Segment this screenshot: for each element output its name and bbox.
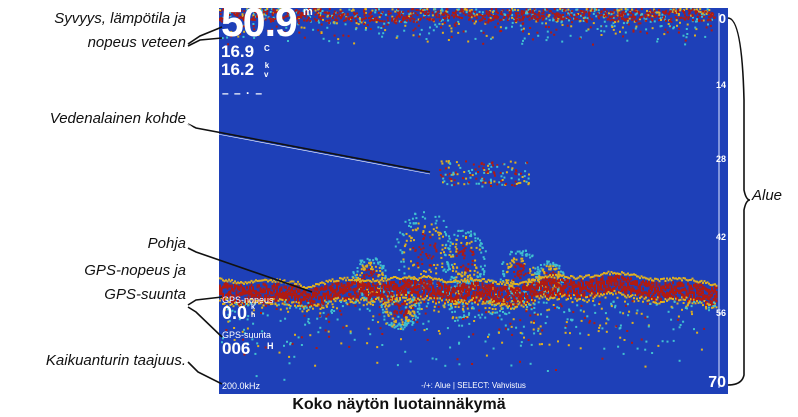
leader-depth (187, 26, 223, 45)
leader-gps-speed (187, 296, 223, 306)
underwater-target-echo (439, 160, 530, 188)
leader-frequency (187, 361, 223, 385)
callout-underwater-target: Vedenalainen kohde (49, 110, 186, 127)
gps-heading-unit: H (267, 341, 274, 351)
water-speed-readout: 16.2 (221, 60, 255, 79)
empty-data-field: – – · – (222, 86, 264, 100)
water-speed-unit-bottom: v (264, 70, 269, 79)
range-scale-28: 28 (715, 154, 726, 164)
figure-caption: Koko näytön luotainnäkymä (292, 396, 506, 413)
callout-depth-temp-speed: Syvyys, lämpötila ja nopeus veteen (4, 7, 186, 55)
range-scale-0: 0 (718, 11, 726, 26)
sub-bottom-echo (221, 300, 716, 381)
temperature-unit: C (264, 44, 270, 53)
callout-depth-line2: nopeus veteen (87, 34, 186, 51)
leader-depth-2 (187, 37, 223, 47)
callout-depth-line1: Syvyys, lämpötila ja (54, 10, 186, 27)
range-scale-56: 56 (715, 308, 726, 318)
callout-gps-line1: GPS-nopeus ja (84, 262, 186, 279)
water-speed-unit-top: k (264, 61, 270, 70)
callout-range: Alue (752, 187, 783, 204)
gps-speed-unit-top: k (251, 304, 255, 311)
fish-column-echo (351, 211, 566, 330)
sonar-echo-display (219, 8, 720, 388)
sonar-screen: 50.9 m 16.9 C 16.2 k v – – · – GPS-nopeu… (219, 8, 728, 394)
gps-speed-readout: 0.0 (222, 303, 248, 323)
gps-speed-unit: kh (251, 304, 255, 320)
range-bracket (727, 17, 751, 386)
range-scale-14: 14 (715, 80, 726, 90)
callout-gps-line2: GPS-suunta (104, 286, 186, 303)
gps-speed-unit-bottom: h (251, 312, 256, 319)
key-hint: -/+: Alue | SELECT: Vahvistus (421, 381, 526, 390)
depth-readout: 50.9 (221, 8, 298, 45)
leader-gps-heading (187, 306, 223, 338)
range-scale-42: 42 (715, 232, 726, 242)
range-scale-70: 70 (708, 374, 726, 391)
temperature-readout: 16.9 (221, 42, 255, 61)
depth-unit: m (303, 8, 313, 18)
gps-heading-readout: 006 (222, 339, 251, 358)
callout-transducer-frequency: Kaikuanturin taajuus. (45, 352, 186, 369)
callout-bottom: Pohja (147, 235, 186, 252)
callout-gps-speed-heading: GPS-nopeus ja GPS-suunta (4, 259, 186, 307)
